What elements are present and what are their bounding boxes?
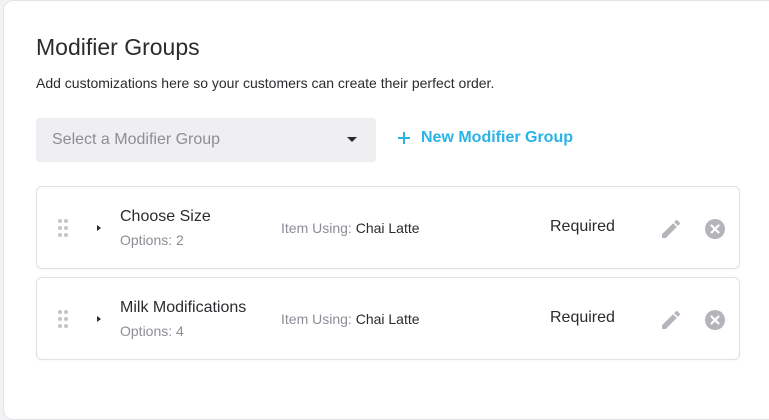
modifier-group-row: Choose Size Options: 2 Item Using: Chai … [36,186,740,269]
modifier-group-name: Milk Modifications [120,299,247,316]
required-status: Required [550,309,615,326]
page-subtitle: Add customizations here so your customer… [36,75,495,91]
item-using-value: Chai Latte [355,220,420,236]
item-using-label: Item Using: [281,220,352,236]
close-circle-icon [705,310,725,330]
modifier-group-options-count: Options: 2 [120,232,184,248]
page-title: Modifier Groups [36,34,200,60]
item-using: Item Using: Chai Latte [281,220,420,236]
edit-button[interactable] [659,217,683,241]
caret-right-icon[interactable] [97,316,101,322]
modifier-group-name: Choose Size [120,208,211,225]
remove-button[interactable] [704,309,726,331]
new-modifier-group-button[interactable]: New Modifier Group [398,129,573,147]
remove-button[interactable] [704,218,726,240]
plus-icon [398,132,410,144]
pencil-icon [662,219,681,238]
required-status: Required [550,218,615,235]
close-circle-icon [705,219,725,239]
edit-button[interactable] [659,308,683,332]
pencil-icon [662,310,681,329]
new-modifier-group-label: New Modifier Group [421,129,573,146]
modifier-group-options-count: Options: 4 [120,323,184,339]
modifier-groups-card: Modifier Groups Add customizations here … [3,0,769,420]
drag-handle-icon[interactable] [58,219,68,237]
modifier-group-row: Milk Modifications Options: 4 Item Using… [36,277,740,360]
caret-down-icon [347,137,357,142]
modifier-group-select-placeholder: Select a Modifier Group [52,131,221,148]
modifier-group-select[interactable]: Select a Modifier Group [36,118,376,162]
item-using-value: Chai Latte [355,311,420,327]
drag-handle-icon[interactable] [58,310,68,328]
caret-right-icon[interactable] [97,225,101,231]
item-using-label: Item Using: [281,311,352,327]
item-using: Item Using: Chai Latte [281,311,420,327]
